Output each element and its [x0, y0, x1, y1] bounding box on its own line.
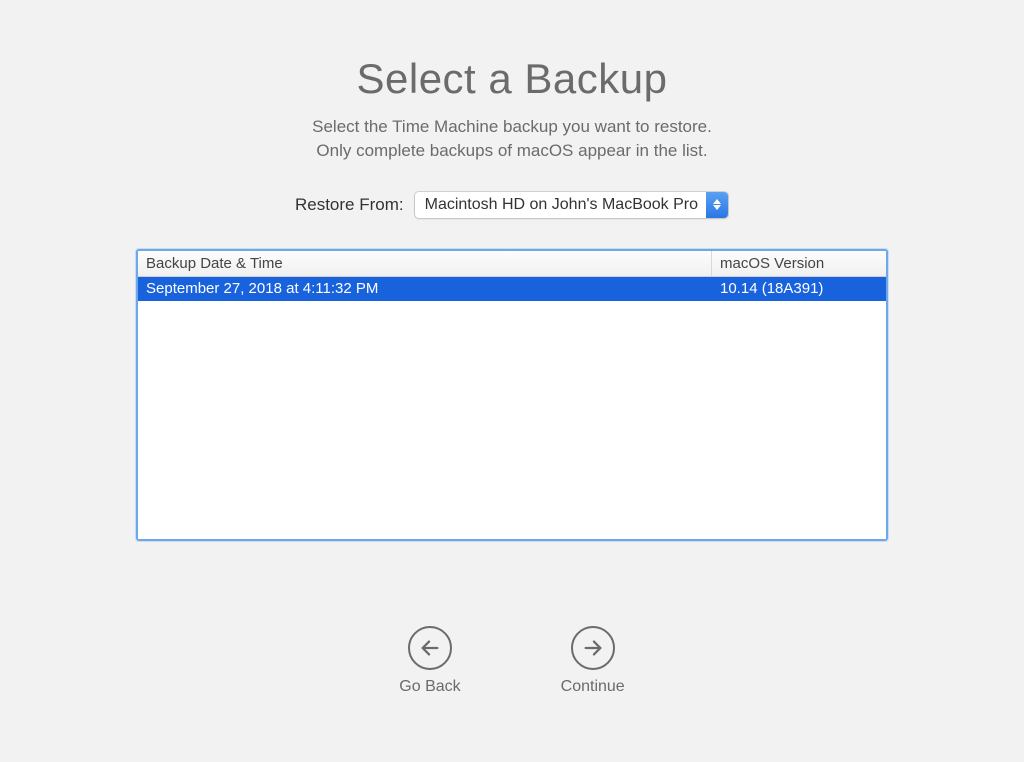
subtitle-line-2: Only complete backups of macOS appear in…	[312, 139, 712, 163]
updown-arrows-icon	[706, 192, 728, 218]
backup-table: Backup Date & Time macOS Version Septemb…	[136, 249, 888, 541]
column-header-version[interactable]: macOS Version	[712, 251, 886, 276]
navigation-buttons: Go Back Continue	[399, 626, 624, 696]
continue-button[interactable]: Continue	[561, 626, 625, 696]
table-row[interactable]: September 27, 2018 at 4:11:32 PM 10.14 (…	[138, 277, 886, 301]
restore-from-selected: Macintosh HD on John's MacBook Pro	[425, 196, 706, 214]
go-back-label: Go Back	[399, 678, 460, 696]
arrow-left-icon	[408, 626, 452, 670]
restore-from-label: Restore From:	[295, 195, 404, 215]
go-back-button[interactable]: Go Back	[399, 626, 460, 696]
arrow-right-icon	[571, 626, 615, 670]
restore-from-dropdown[interactable]: Macintosh HD on John's MacBook Pro	[414, 191, 729, 219]
page-subtitle: Select the Time Machine backup you want …	[312, 115, 712, 163]
restore-from-row: Restore From: Macintosh HD on John's Mac…	[295, 191, 729, 219]
column-header-date[interactable]: Backup Date & Time	[138, 251, 712, 276]
continue-label: Continue	[561, 678, 625, 696]
subtitle-line-1: Select the Time Machine backup you want …	[312, 115, 712, 139]
page-title: Select a Backup	[356, 55, 667, 103]
table-header: Backup Date & Time macOS Version	[138, 251, 886, 277]
cell-macos-version: 10.14 (18A391)	[712, 280, 886, 297]
cell-backup-date: September 27, 2018 at 4:11:32 PM	[138, 280, 712, 297]
table-body: September 27, 2018 at 4:11:32 PM 10.14 (…	[138, 277, 886, 539]
